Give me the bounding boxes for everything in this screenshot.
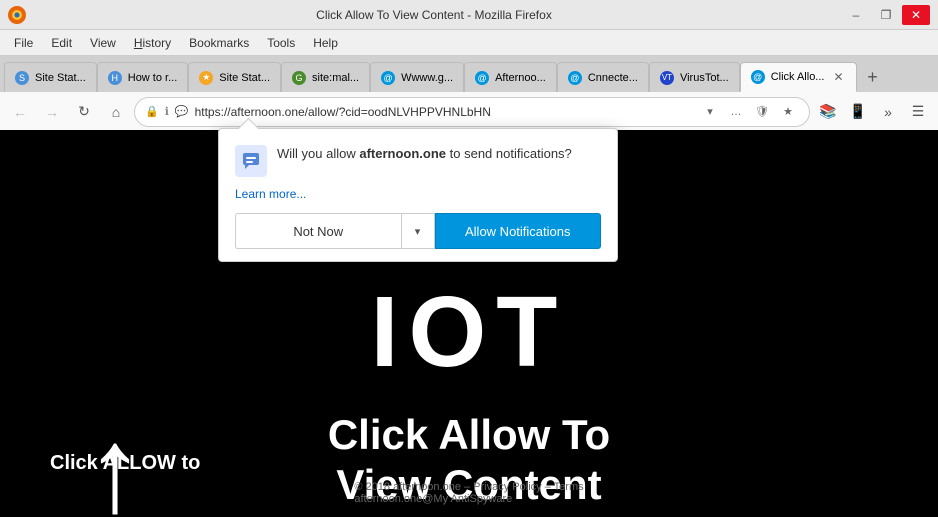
nav-right: 📚 📱 » ☰ xyxy=(814,98,932,126)
tab-favicon-1: S xyxy=(15,71,29,85)
menu-bookmarks[interactable]: Bookmarks xyxy=(181,34,257,52)
learn-more-link[interactable]: Learn more... xyxy=(235,187,306,201)
titlebar: Click Allow To View Content - Mozilla Fi… xyxy=(0,0,938,30)
more-options-button[interactable]: … xyxy=(725,101,747,123)
tab-label-6: Afternoo... xyxy=(495,72,546,84)
menu-view[interactable]: View xyxy=(82,34,124,52)
tab-favicon-8: VT xyxy=(660,71,674,85)
tab-virustotal[interactable]: VT VirusTot... xyxy=(649,62,740,92)
not-now-dropdown-button[interactable]: ▾ xyxy=(401,213,435,249)
tab-wwww[interactable]: @ Wwww.g... xyxy=(370,62,464,92)
click-allow-line1: Click Allow To xyxy=(328,411,610,458)
menu-file[interactable]: File xyxy=(6,34,41,52)
click-allow-bottom: Click ALLOW to xyxy=(50,452,200,475)
tab-cnnected[interactable]: @ Cnnecte... xyxy=(557,62,649,92)
tab-label-8: VirusTot... xyxy=(680,72,729,84)
notification-message: Will you allow afternoon.one to send not… xyxy=(277,145,572,163)
tab-label-2: How to r... xyxy=(128,72,178,84)
minimize-button[interactable]: – xyxy=(842,5,870,25)
notif-domain: afternoon.one xyxy=(359,146,446,161)
menu-edit[interactable]: Edit xyxy=(43,34,80,52)
lock-icon: 🔒 xyxy=(145,105,159,118)
bookmark-star-button[interactable]: ★ xyxy=(777,101,799,123)
restore-button[interactable]: ❐ xyxy=(872,5,900,25)
menu-history[interactable]: History xyxy=(126,34,179,52)
back-button[interactable]: ← xyxy=(6,98,34,126)
tab-label-7: Cnnecte... xyxy=(588,72,638,84)
notif-msg-end: to send notifications? xyxy=(446,146,572,161)
menu-help[interactable]: Help xyxy=(305,34,346,52)
close-button[interactable]: ✕ xyxy=(902,5,930,25)
library-button[interactable]: 📚 xyxy=(814,98,842,126)
tab-favicon-5: @ xyxy=(381,71,395,85)
menubar: File Edit View History Bookmarks Tools H… xyxy=(0,30,938,56)
tab-site-stat-2[interactable]: ★ Site Stat... xyxy=(188,62,281,92)
reload-button[interactable]: ↻ xyxy=(70,98,98,126)
reader-view-button[interactable]: 🛡 xyxy=(751,101,773,123)
tab-favicon-2: H xyxy=(108,71,122,85)
tab-site-stat-1[interactable]: S Site Stat... xyxy=(4,62,97,92)
chat-icon: 💬 xyxy=(175,105,189,118)
tab-afternoon[interactable]: @ Afternoo... xyxy=(464,62,557,92)
notification-popup: Will you allow afternoon.one to send not… xyxy=(218,128,618,262)
not-now-button[interactable]: Not Now xyxy=(235,213,401,249)
tab-how-to[interactable]: H How to r... xyxy=(97,62,189,92)
allow-notifications-button[interactable]: Allow Notifications xyxy=(435,213,602,249)
tab-favicon-7: @ xyxy=(568,71,582,85)
home-button[interactable]: ⌂ xyxy=(102,98,130,126)
notification-header: Will you allow afternoon.one to send not… xyxy=(235,145,601,177)
urlbar-dropdown-button[interactable]: ▾ xyxy=(699,101,721,123)
tab-label-9: Click Allo... xyxy=(771,71,825,83)
urlbar-icons: ▾ … 🛡 ★ xyxy=(699,101,799,123)
tab-label-3: Site Stat... xyxy=(219,72,270,84)
navbar: ← → ↻ ⌂ 🔒 ℹ 💬 https://afternoon.one/allo… xyxy=(0,92,938,132)
url-display[interactable]: https://afternoon.one/allow/?cid=oodNLVH… xyxy=(195,105,693,119)
info-icon: ℹ xyxy=(165,105,169,118)
tab-label-4: site:mal... xyxy=(312,72,359,84)
titlebar-controls: – ❐ ✕ xyxy=(842,5,930,25)
titlebar-title: Click Allow To View Content - Mozilla Fi… xyxy=(26,8,842,22)
synced-tabs-button[interactable]: 📱 xyxy=(844,98,872,126)
menu-tools[interactable]: Tools xyxy=(259,34,303,52)
new-tab-button[interactable]: + xyxy=(857,62,887,92)
tab-favicon-3: ★ xyxy=(199,71,213,85)
tab-close-button[interactable]: ✕ xyxy=(830,69,846,85)
urlbar[interactable]: 🔒 ℹ 💬 https://afternoon.one/allow/?cid=o… xyxy=(134,97,810,127)
tab-favicon-4: G xyxy=(292,71,306,85)
tabsbar: S Site Stat... H How to r... ★ Site Stat… xyxy=(0,56,938,92)
iot-text: IOT xyxy=(371,275,568,390)
notif-msg-start: Will you allow xyxy=(277,146,359,161)
titlebar-left xyxy=(8,6,26,24)
tab-favicon-9: @ xyxy=(751,70,765,84)
notification-chat-icon xyxy=(235,145,267,177)
firefox-logo-icon xyxy=(8,6,26,24)
tab-site-mal[interactable]: G site:mal... xyxy=(281,62,370,92)
tab-label-5: Wwww.g... xyxy=(401,72,453,84)
overflow-button[interactable]: » xyxy=(874,98,902,126)
hamburger-button[interactable]: ☰ xyxy=(904,98,932,126)
tab-favicon-6: @ xyxy=(475,71,489,85)
notification-buttons: Not Now ▾ Allow Notifications xyxy=(235,213,601,249)
tab-click-allow[interactable]: @ Click Allo... ✕ xyxy=(740,62,858,92)
tab-label-1: Site Stat... xyxy=(35,72,86,84)
footer-sub: afternoon.one@My AntiSpyware xyxy=(354,493,512,505)
forward-button[interactable]: → xyxy=(38,98,66,126)
footer-text: © 2018 afternoon.one – Privacy Policy – … xyxy=(354,481,583,505)
footer-copyright: © 2018 afternoon.one – Privacy Policy – … xyxy=(354,481,583,493)
